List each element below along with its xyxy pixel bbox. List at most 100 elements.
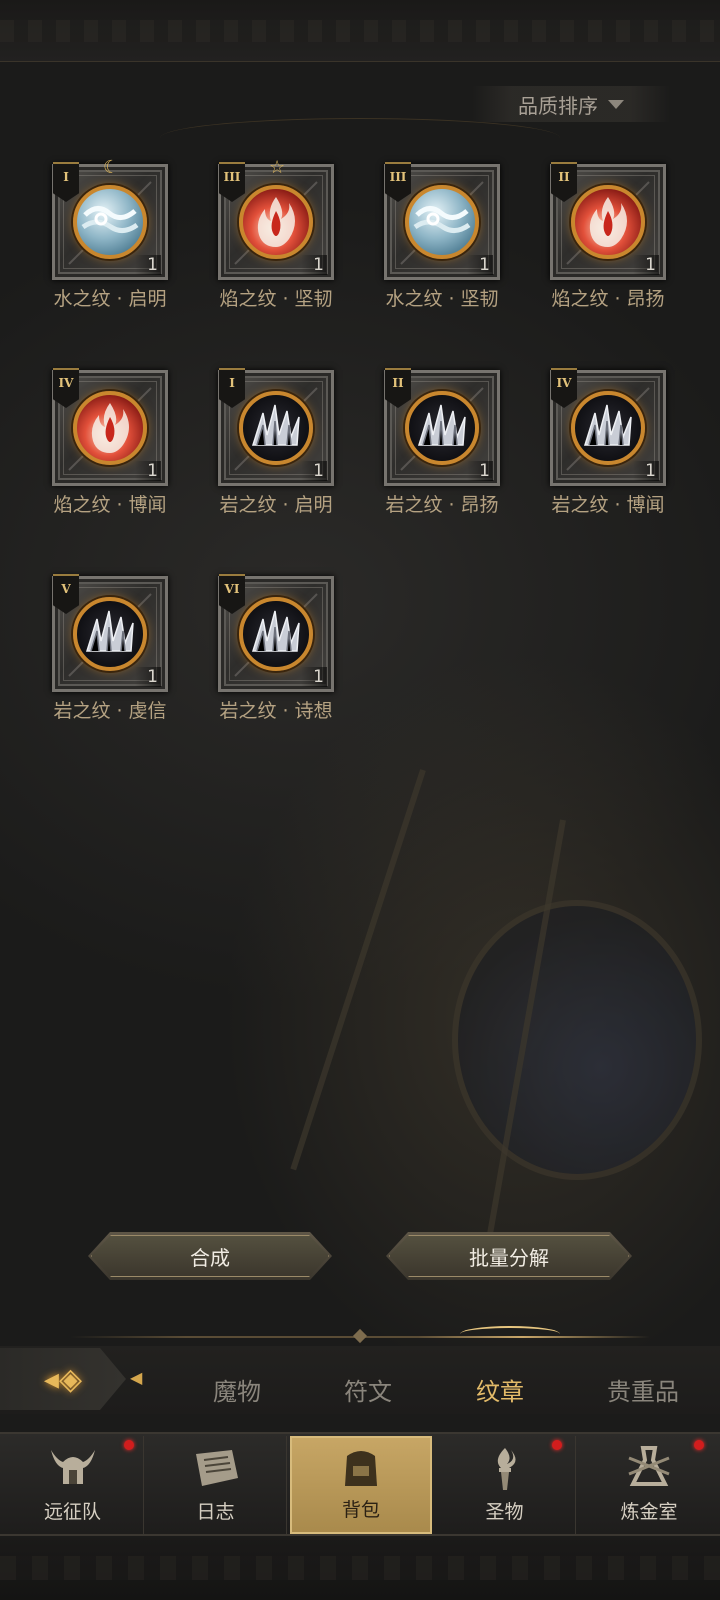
backpack-icon	[332, 1441, 390, 1493]
merge-button-label: 合成	[190, 1245, 230, 1270]
item-name: 水之纹 · 坚韧	[385, 288, 499, 310]
emblem-slot: I ☾ 1	[52, 159, 168, 280]
tab-rune[interactable]: 符文	[313, 1372, 423, 1407]
nav-label: 炼金室	[620, 1501, 678, 1523]
emblem-slot: V1	[52, 574, 168, 692]
emblem-slot: IV 1	[550, 368, 666, 486]
emblem-grid: I ☾ 1 水之纹 · 启明 III ☆ 1 焰之纹 · 坚韧 III 1 水之纹 · 坚韧 I…	[40, 159, 680, 758]
item-count: 1	[633, 461, 659, 481]
emblem-item[interactable]: II 1 岩之纹 · 昂扬	[372, 366, 538, 552]
tier-badge: III	[219, 162, 245, 202]
nav-expedition[interactable]: 远征队	[2, 1436, 144, 1534]
tab-emblem[interactable]: 纹章	[445, 1372, 555, 1407]
item-count: 1	[301, 255, 327, 275]
sort-label: 品质排序	[518, 93, 598, 118]
background-spear	[290, 769, 426, 1171]
rock-emblem-icon	[239, 597, 313, 671]
moon-icon: ☾	[103, 157, 120, 178]
water-emblem-icon	[73, 185, 147, 259]
nav-label: 日志	[196, 1501, 235, 1523]
batch-decompose-button-label: 批量分解	[469, 1245, 549, 1270]
item-name: 岩之纹 · 启明	[219, 494, 333, 516]
divider-diamond-icon	[352, 1328, 368, 1344]
rock-emblem-icon	[571, 391, 645, 465]
emblem-item[interactable]: V 1 岩之纹 · 虔信	[40, 572, 206, 758]
fire-emblem-icon	[73, 391, 147, 465]
emblem-slot: VI 1	[218, 574, 334, 692]
item-name: 岩之纹 · 昂扬	[385, 494, 499, 516]
batch-decompose-button[interactable]: 批量分解	[386, 1232, 632, 1280]
item-name: 岩之纹 · 诗想	[219, 700, 333, 722]
emblem-slot: II 1	[384, 368, 500, 486]
item-name: 焰之纹 · 昂扬	[551, 288, 665, 310]
notification-badge	[694, 1440, 704, 1450]
alchemy-icon	[620, 1443, 678, 1495]
item-count: 1	[135, 667, 161, 687]
arrow-diamond-icon: ◂◈	[43, 1361, 83, 1397]
item-count: 1	[301, 667, 327, 687]
active-tab-marker	[460, 1326, 560, 1342]
nav-label: 背包	[341, 1499, 380, 1521]
item-count: 1	[135, 461, 161, 481]
tier-badge: III	[385, 162, 411, 202]
nav-journal[interactable]: 日志	[145, 1436, 287, 1534]
scroll-left-icon[interactable]: ◀	[130, 1368, 142, 1387]
emblem-item[interactable]: I ☾ 1 水之纹 · 启明	[40, 159, 206, 346]
background-shield	[452, 900, 702, 1180]
tab-valuables[interactable]: 贵重品	[588, 1372, 698, 1407]
bottom-ornament-band	[0, 1538, 720, 1600]
rock-emblem-icon	[73, 597, 147, 671]
item-name: 水之纹 · 启明	[53, 288, 167, 310]
tab-monster[interactable]: 魔物	[182, 1372, 292, 1407]
sort-dropdown[interactable]: 品质排序	[472, 86, 670, 122]
scroll-icon	[187, 1443, 245, 1495]
emblem-item[interactable]: I 1 岩之纹 · 启明	[206, 366, 372, 552]
emblem-slot: IV 1	[52, 368, 168, 486]
item-name: 焰之纹 · 博闻	[53, 494, 167, 516]
item-name: 焰之纹 · 坚韧	[219, 288, 333, 310]
tier-badge: I	[53, 162, 79, 202]
emblem-item[interactable]: VI 1 岩之纹 · 诗想	[206, 572, 372, 758]
collapse-toggle-button[interactable]: ◂◈	[0, 1348, 126, 1410]
emblem-slot: III 1	[384, 162, 500, 280]
nav-relics[interactable]: 圣物	[434, 1436, 576, 1534]
item-count: 1	[633, 255, 659, 275]
emblem-item[interactable]: III 1 水之纹 · 坚韧	[372, 160, 538, 346]
emblem-slot: II 1	[550, 162, 666, 280]
top-ornament-band	[0, 0, 720, 62]
fire-emblem-icon	[571, 185, 645, 259]
nav-alchemy[interactable]: 炼金室	[578, 1436, 720, 1534]
item-name: 岩之纹 · 博闻	[551, 494, 665, 516]
merge-button[interactable]: 合成	[88, 1232, 332, 1280]
tier-badge: II	[385, 368, 411, 408]
item-count: 1	[467, 461, 493, 481]
item-count: 1	[135, 255, 161, 275]
tier-badge: VI	[219, 574, 245, 614]
water-emblem-icon	[405, 185, 479, 259]
rock-emblem-icon	[405, 391, 479, 465]
star-icon: ☆	[269, 157, 286, 178]
header-flourish	[160, 118, 560, 158]
notification-badge	[124, 1440, 134, 1450]
emblem-item[interactable]: II 1 焰之纹 · 昂扬	[538, 160, 704, 346]
emblem-slot: I1	[218, 368, 334, 486]
torch-icon	[476, 1443, 534, 1495]
chevron-down-icon	[608, 99, 624, 109]
item-count: 1	[301, 461, 327, 481]
emblem-item[interactable]: IV 1 焰之纹 · 博闻	[40, 366, 206, 552]
emblem-item[interactable]: III ☆ 1 焰之纹 · 坚韧	[206, 159, 372, 346]
emblem-item[interactable]: IV 1 岩之纹 · 博闻	[538, 366, 704, 552]
nav-label: 圣物	[485, 1501, 524, 1523]
viking-helmet-icon	[44, 1443, 102, 1495]
item-count: 1	[467, 255, 493, 275]
nav-label: 远征队	[43, 1501, 101, 1523]
nav-backpack[interactable]: 背包	[290, 1436, 432, 1534]
tier-badge: I	[219, 368, 245, 408]
tier-badge: IV	[551, 368, 577, 408]
emblem-slot: III ☆ 1	[218, 159, 334, 280]
tier-badge: V	[53, 574, 79, 614]
fire-emblem-icon	[239, 185, 313, 259]
item-name: 岩之纹 · 虔信	[53, 700, 167, 722]
tier-badge: IV	[53, 368, 79, 408]
tier-badge: II	[551, 162, 577, 202]
